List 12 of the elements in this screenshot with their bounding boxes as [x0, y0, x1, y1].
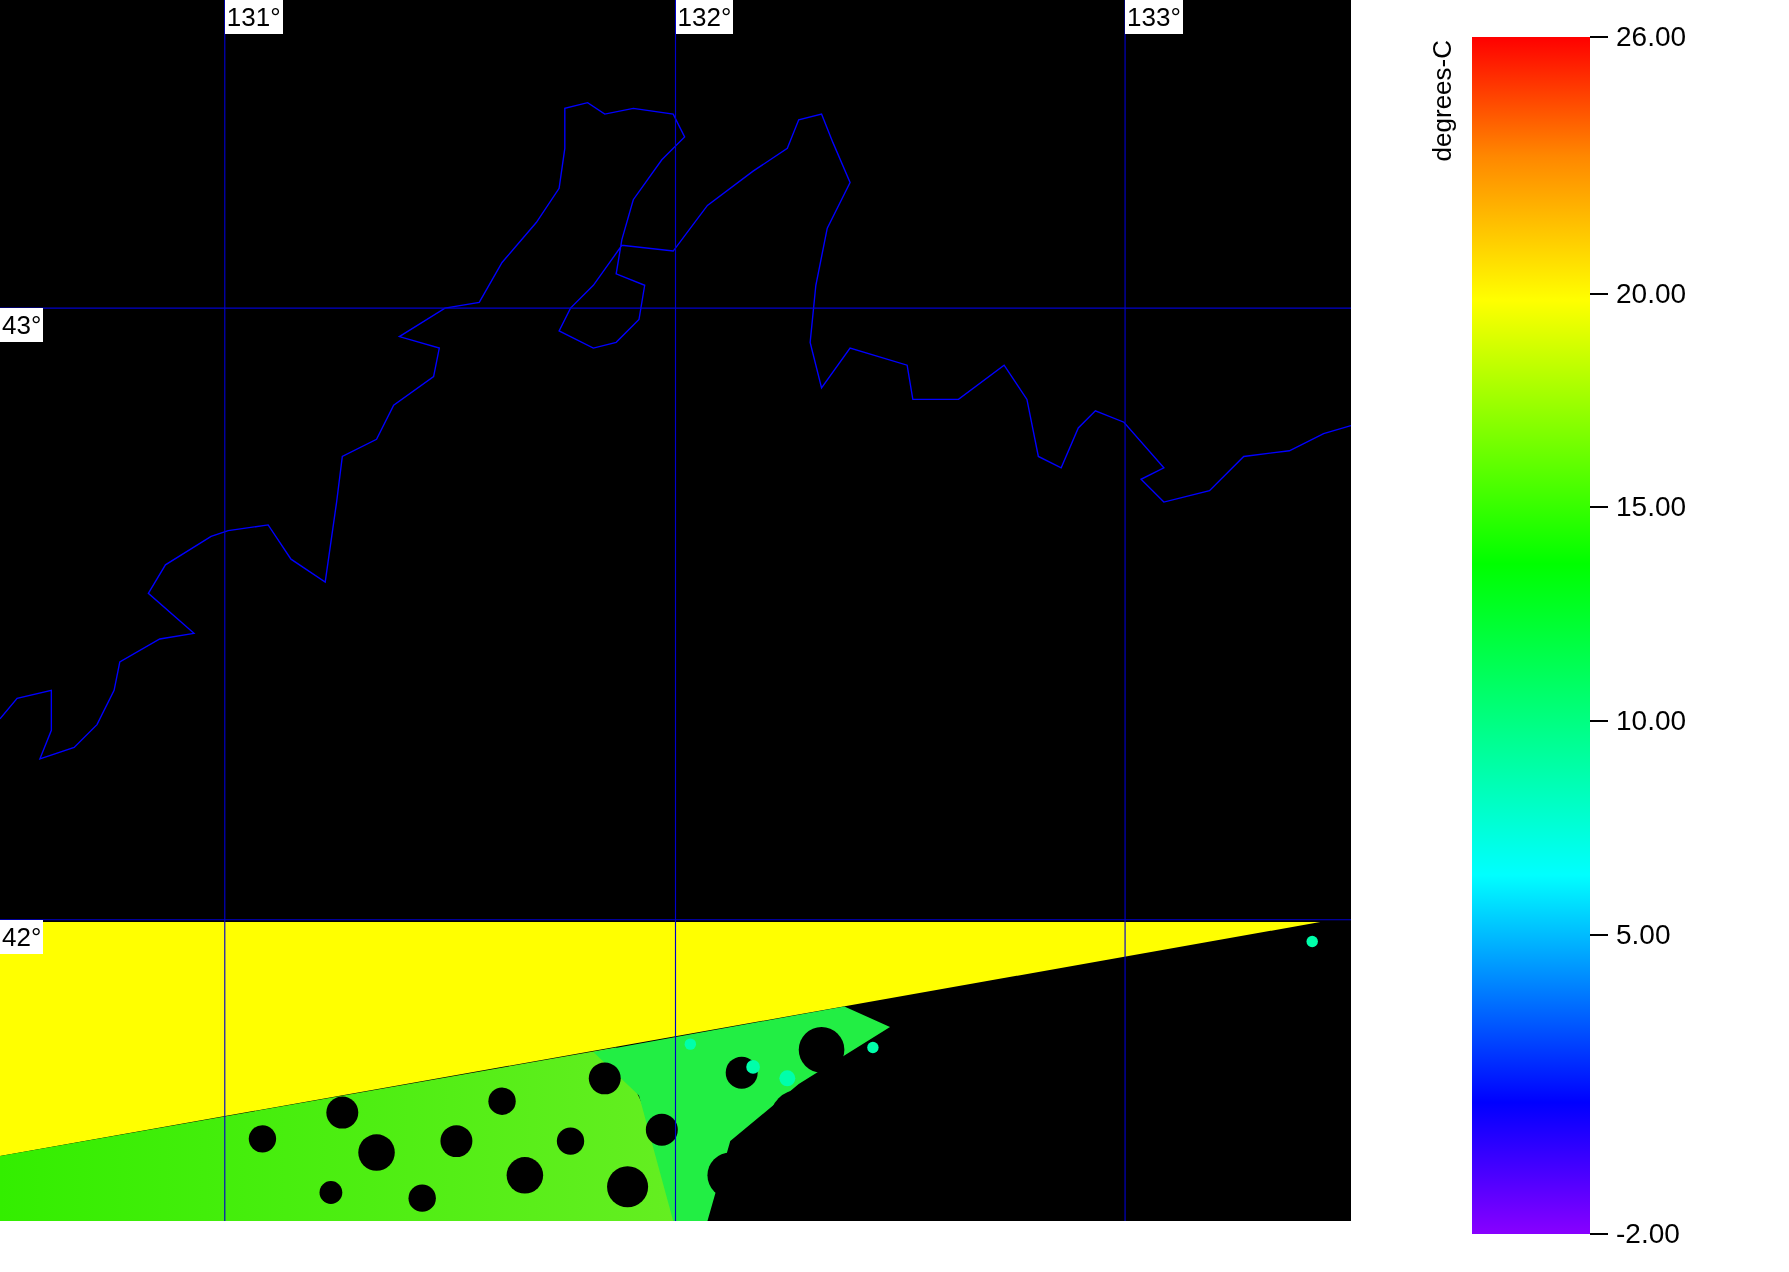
colorbar-tick-label: 10.00 [1616, 705, 1687, 737]
colorbar-tick-label: -2.00 [1616, 1218, 1680, 1250]
colorbar-tick-label: 15.00 [1616, 491, 1687, 524]
longitude-label: 133° [1125, 0, 1183, 34]
latitude-label: 42° [0, 919, 44, 954]
colorbar-tick-label: 20.00 [1616, 277, 1687, 310]
longitude-label: 131° [224, 0, 283, 34]
latitude-label: 43° [0, 308, 44, 343]
colorbar-tick-label: 26.00 [1616, 21, 1687, 53]
colorbar-tick-label: 5.00 [1616, 918, 1671, 951]
longitude-label: 132° [675, 0, 734, 34]
colorbar-title: degrees-C [1427, 40, 1458, 162]
